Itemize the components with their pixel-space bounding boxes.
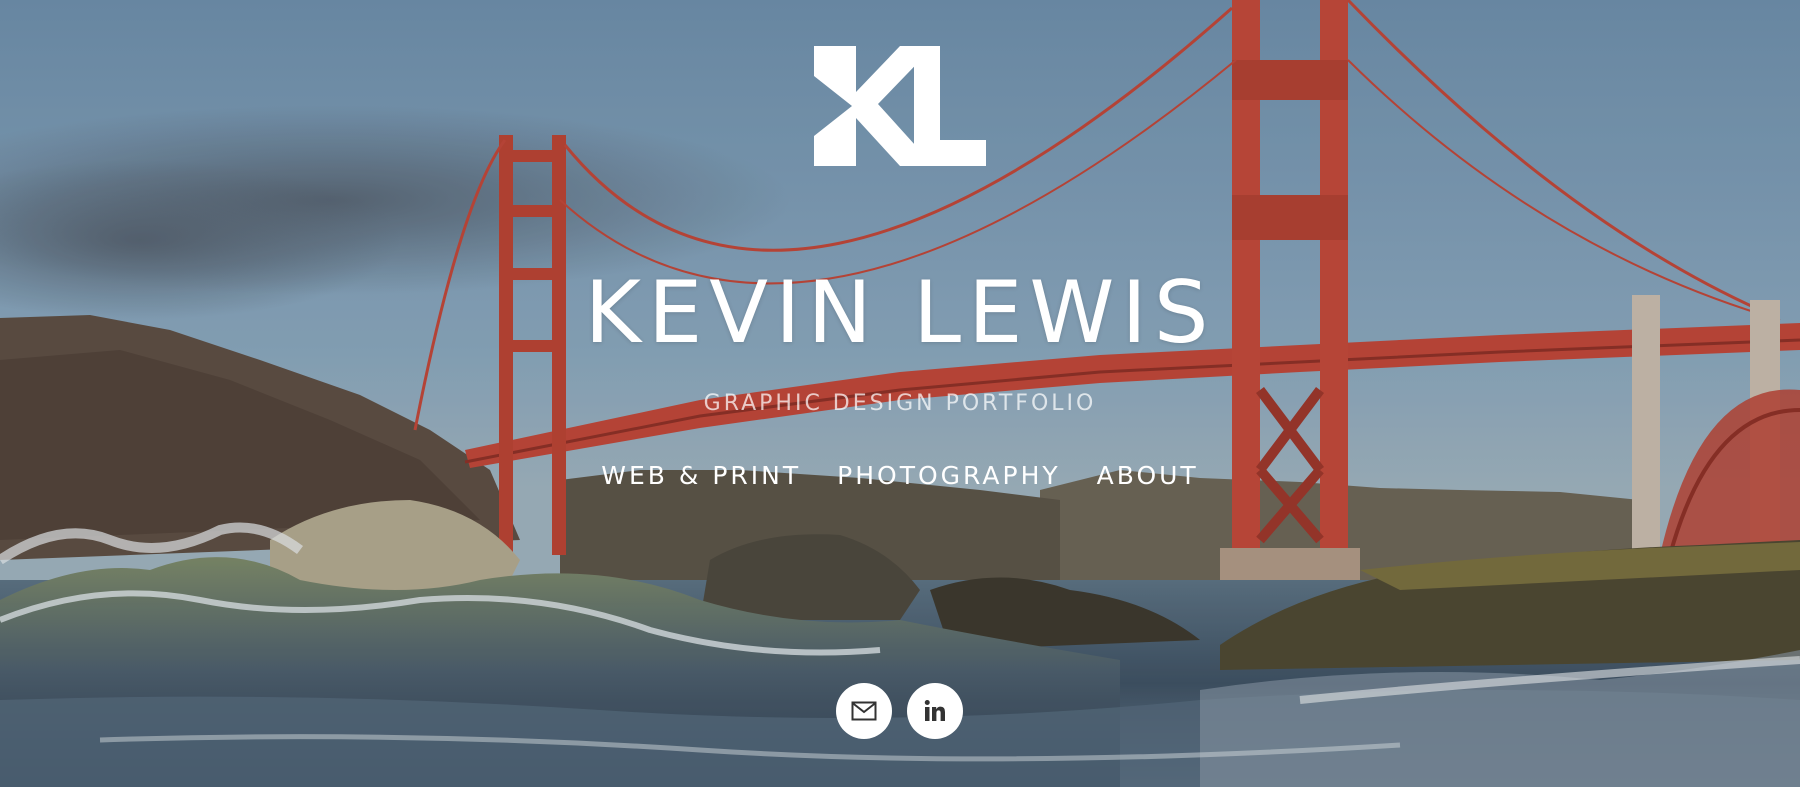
hero-section: KEVIN LEWIS GRAPHIC DESIGN PORTFOLIO WEB… bbox=[0, 0, 1800, 787]
site-tagline: GRAPHIC DESIGN PORTFOLIO bbox=[703, 391, 1097, 416]
main-nav: WEB & PRINT PHOTOGRAPHY ABOUT bbox=[0, 463, 1800, 488]
mail-icon bbox=[851, 701, 877, 721]
nav-link-photography[interactable]: PHOTOGRAPHY bbox=[837, 463, 1060, 488]
site-title: KEVIN LEWIS bbox=[584, 263, 1216, 363]
kl-logo[interactable] bbox=[814, 46, 986, 166]
social-links bbox=[836, 683, 963, 739]
linkedin-icon bbox=[924, 700, 945, 721]
nav-link-about[interactable]: ABOUT bbox=[1097, 463, 1199, 488]
nav-link-web-print[interactable]: WEB & PRINT bbox=[601, 463, 801, 488]
linkedin-button[interactable] bbox=[907, 683, 963, 739]
email-button[interactable] bbox=[836, 683, 892, 739]
